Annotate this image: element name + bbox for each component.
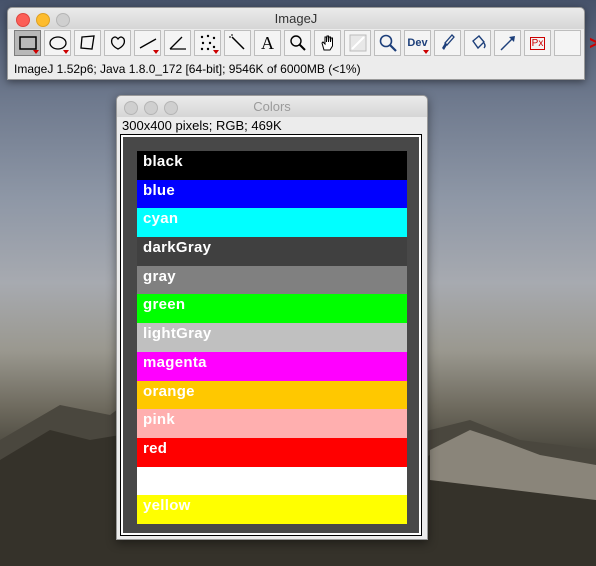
hand-icon [320, 35, 333, 51]
developer-menu[interactable]: Dev [404, 30, 431, 56]
pixel-inspector-tool[interactable]: Px [524, 30, 551, 56]
color-stripes: black blue cyan darkGray gray green lightGray m… [137, 151, 407, 524]
imagej-window: ImageJ A Dev Px ImageJ 1.52p6; Java 1.8.… [7, 7, 596, 80]
window-title: ImageJ [274, 11, 318, 26]
line-tool[interactable] [134, 30, 161, 56]
color-stripe-darkGray: darkGray [137, 237, 407, 266]
color-picker-tool[interactable] [344, 30, 371, 56]
colors-titlebar[interactable]: Colors [117, 96, 427, 117]
rectangle-tool[interactable] [14, 30, 41, 56]
color-stripe-white: white [137, 466, 407, 496]
search-icon [379, 34, 397, 52]
polygon-icon [79, 35, 95, 50]
arrow-tool[interactable] [494, 30, 521, 56]
imagej-titlebar[interactable]: ImageJ [8, 8, 584, 29]
color-stripe-pink: pink [137, 409, 407, 438]
color-stripe-black: black [137, 151, 407, 180]
px-icon: Px [529, 36, 546, 50]
color-stripe-cyan: cyan [137, 208, 407, 238]
point-tool[interactable] [194, 30, 221, 56]
color-stripe-magenta: magenta [137, 351, 407, 381]
color-stripe-lightGray: lightGray [137, 323, 407, 352]
flood-fill-tool[interactable] [464, 30, 491, 56]
freehand-icon [110, 36, 125, 50]
bucket-icon [471, 35, 486, 50]
color-stripe-red: red [137, 437, 407, 467]
angle-icon [169, 36, 186, 50]
colors-image-window: Colors 300x400 pixels; RGB; 469K black bl… [116, 95, 428, 540]
oval-tool[interactable] [44, 30, 71, 56]
color-picker-icon [349, 34, 366, 52]
arrow-icon [499, 36, 515, 51]
color-stripe-orange: orange [137, 380, 407, 410]
color-stripe-gray: gray [137, 265, 407, 295]
status-bar: ImageJ 1.52p6; Java 1.8.0_172 [64-bit]; … [14, 62, 361, 76]
polygon-tool[interactable] [74, 30, 101, 56]
magnifying-glass-icon [289, 35, 306, 51]
image-info: 300x400 pixels; RGB; 469K [122, 118, 282, 133]
freehand-tool[interactable] [104, 30, 131, 56]
image-canvas[interactable]: black blue cyan darkGray gray green lightGray m… [123, 137, 419, 533]
text-tool[interactable]: A [254, 30, 281, 56]
scrolling-tool[interactable] [314, 30, 341, 56]
text-icon: A [261, 32, 274, 53]
zoom-tool[interactable] [374, 30, 401, 56]
angle-tool[interactable] [164, 30, 191, 56]
magnifying-tool[interactable] [284, 30, 311, 56]
toolbar: A Dev Px [14, 30, 596, 58]
dev-icon: Dev [407, 37, 428, 49]
color-stripe-blue: blue [137, 179, 407, 209]
color-stripe-green: green [137, 294, 407, 324]
more-tools[interactable]: ≫ [584, 30, 596, 56]
window-title: Colors [253, 99, 291, 114]
double-chevron-icon: ≫ [589, 33, 596, 53]
wand-tool[interactable] [224, 30, 251, 56]
blank-slot[interactable] [554, 30, 581, 56]
wand-icon [229, 34, 245, 50]
color-stripe-yellow: yellow [137, 495, 407, 524]
brush-tool[interactable] [434, 30, 461, 56]
brush-icon [441, 34, 455, 50]
